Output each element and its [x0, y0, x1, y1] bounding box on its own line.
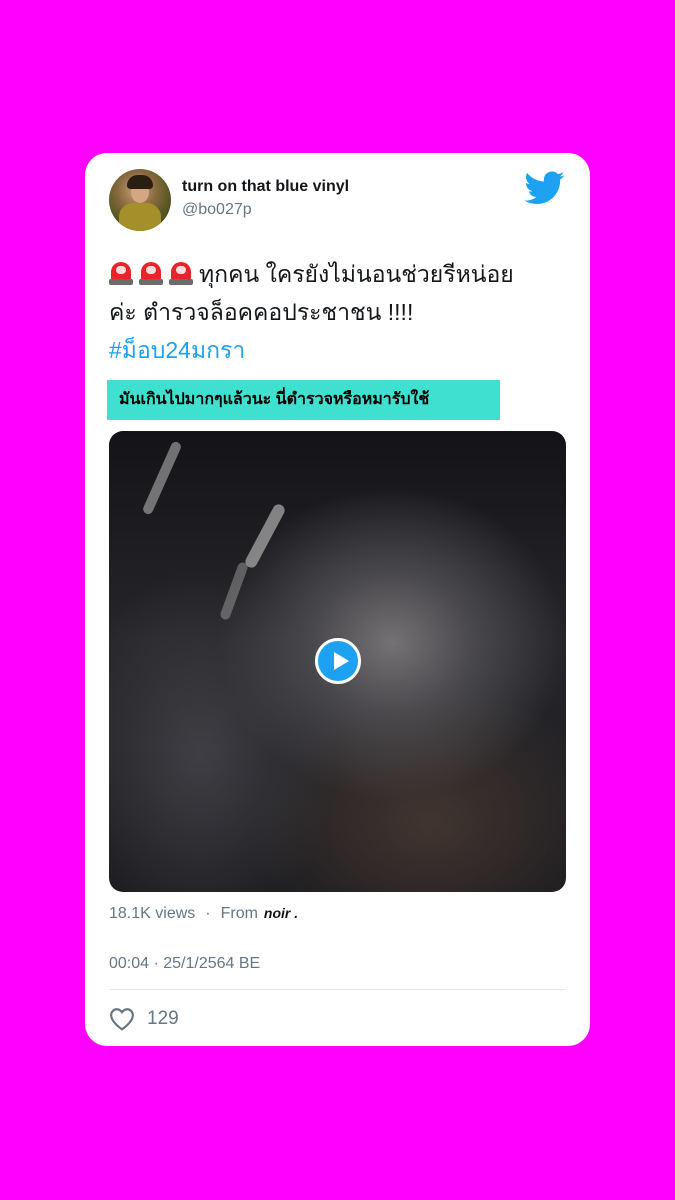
like-button[interactable]: 129	[109, 1005, 179, 1033]
user-handle[interactable]: @bo027p	[182, 201, 252, 219]
source-link[interactable]: noir .	[264, 905, 298, 921]
avatar[interactable]	[109, 169, 171, 231]
display-name[interactable]: turn on that blue vinyl	[182, 178, 349, 196]
like-count: 129	[147, 1008, 179, 1029]
from-label: From	[220, 905, 258, 922]
heart-icon	[110, 1008, 134, 1031]
view-count: 18.1K views	[109, 905, 196, 922]
video-meta: 18.1K views · From noir .	[109, 905, 298, 923]
tweet-timestamp[interactable]: 00:04 · 25/1/2564 BE	[109, 955, 260, 973]
play-icon[interactable]	[315, 638, 361, 684]
caption-banner: มันเกินไปมากๆแล้วนะ นี่ตำรวจหรือหมารับใช…	[107, 380, 500, 420]
twitter-bird-icon	[525, 171, 565, 204]
police-siren-icon	[139, 260, 163, 286]
police-siren-icon	[109, 260, 133, 286]
tweet-text-line-2: ค่ะ ตำรวจล็อคคอประชาชน !!!!	[109, 299, 414, 325]
tweet-text: ทุกคน ใครยังไม่นอนช่วยรีหน่อย ค่ะ ตำรวจล…	[109, 255, 569, 369]
separator-dot: ·	[205, 905, 211, 922]
tweet-card: turn on that blue vinyl @bo027p ทุกคน ใค…	[85, 153, 590, 1046]
police-siren-icon	[169, 260, 193, 286]
video-player[interactable]	[109, 431, 566, 892]
tweet-line-1: ทุกคน ใครยังไม่นอนช่วยรีหน่อย	[109, 255, 569, 293]
divider	[109, 989, 566, 990]
tweet-text-line-1: ทุกคน ใครยังไม่นอนช่วยรีหน่อย	[199, 261, 514, 287]
hashtag-link[interactable]: #ม็อบ24มกรา	[109, 331, 569, 369]
